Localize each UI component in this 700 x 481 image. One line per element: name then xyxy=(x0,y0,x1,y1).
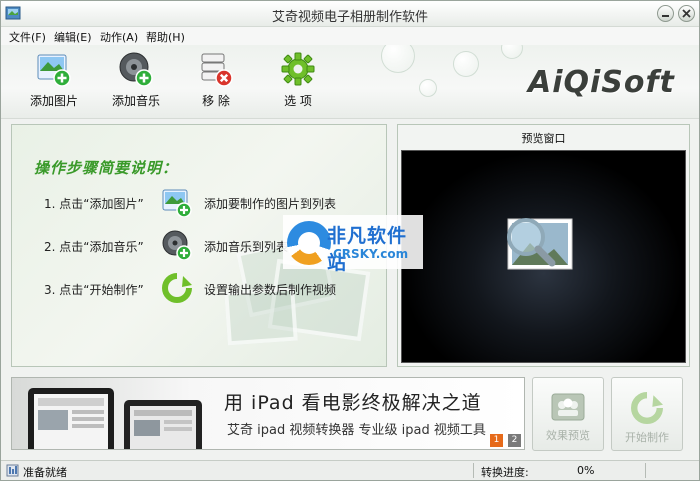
step-2-description: 添加音乐到列表 xyxy=(204,240,289,254)
step-2-label: 2. 点击“添加音乐” xyxy=(44,240,144,254)
status-bar: 准备就绪 转换进度: 0% xyxy=(1,460,699,480)
minimize-icon xyxy=(662,15,669,17)
preview-effect-icon xyxy=(551,393,585,421)
step-1-label: 1. 点击“添加图片” xyxy=(44,197,144,211)
preview-effect-label: 效果预览 xyxy=(546,429,590,442)
add-music-label: 添加音乐 xyxy=(111,94,160,108)
menu-edit[interactable]: 编辑(E) xyxy=(54,29,92,45)
start-icon xyxy=(631,392,663,424)
decorative-bubble xyxy=(453,51,479,77)
banner-ad[interactable]: 用 iPad 看电影终极解决之道 艾奇 ipad 视频转换器 专业级 ipad … xyxy=(11,377,525,450)
status-text: 准备就绪 xyxy=(23,466,67,479)
toolbar: 添加图片 添加音乐 移 除 选 项 AiQiSoft xyxy=(1,45,699,119)
add-music-icon xyxy=(162,230,192,260)
add-music-icon xyxy=(119,52,153,87)
add-image-icon xyxy=(37,54,71,87)
app-window: 艾奇视频电子相册制作软件 文件(F) 编辑(E) 动作(A) 帮助(H) 添加图… xyxy=(0,0,700,481)
gear-icon xyxy=(281,52,315,86)
menu-help[interactable]: 帮助(H) xyxy=(146,29,185,45)
step-3-description: 设置输出参数后制作视频 xyxy=(204,283,337,297)
preview-title: 预览窗口 xyxy=(521,132,566,145)
add-image-label: 添加图片 xyxy=(29,94,78,108)
preview-effect-button[interactable]: 效果预览 xyxy=(532,377,604,451)
close-button[interactable] xyxy=(678,5,695,22)
preview-panel: 预览窗口 xyxy=(397,124,690,367)
status-separator xyxy=(645,463,646,478)
watermark-logo xyxy=(287,221,331,265)
status-icon xyxy=(6,464,19,477)
start-button[interactable]: 开始制作 xyxy=(611,377,683,451)
decorative-bubble xyxy=(419,79,437,97)
remove-button[interactable]: 移 除 xyxy=(181,51,251,115)
decorative-bubble xyxy=(381,45,415,73)
banner-headline: 用 iPad 看电影终极解决之道 xyxy=(224,392,482,414)
site-watermark: 非凡软件站 CRSKY.com xyxy=(283,215,423,274)
banner-page-2[interactable]: 2 xyxy=(508,434,521,447)
menu-bar: 文件(F) 编辑(E) 动作(A) 帮助(H) xyxy=(1,27,699,45)
watermark-en: CRSKY.com xyxy=(333,247,409,261)
start-icon xyxy=(162,273,192,303)
menu-action[interactable]: 动作(A) xyxy=(100,29,138,45)
progress-value: 0% xyxy=(577,464,595,477)
preview-placeholder-icon xyxy=(507,218,573,270)
banner-subline: 艾奇 ipad 视频转换器 专业级 ipad 视频工具 xyxy=(227,423,486,438)
add-image-icon xyxy=(162,189,192,217)
remove-icon xyxy=(201,53,233,87)
remove-label: 移 除 xyxy=(202,94,230,108)
add-music-button[interactable]: 添加音乐 xyxy=(101,51,171,115)
status-separator xyxy=(473,463,474,478)
decorative-bubble xyxy=(501,45,523,59)
progress-label: 转换进度: xyxy=(481,466,529,479)
preview-screen xyxy=(401,150,686,363)
window-title: 艾奇视频电子相册制作软件 xyxy=(271,10,428,25)
options-button[interactable]: 选 项 xyxy=(263,51,333,115)
minimize-button[interactable] xyxy=(657,5,674,22)
start-label: 开始制作 xyxy=(625,431,669,444)
banner-page-1[interactable]: 1 xyxy=(490,434,503,447)
options-label: 选 项 xyxy=(284,94,312,108)
add-image-button[interactable]: 添加图片 xyxy=(19,51,89,115)
step-1-description: 添加要制作的图片到列表 xyxy=(204,197,337,211)
ipad-image xyxy=(28,388,202,449)
steps-title: 操作步骤简要说明： xyxy=(34,159,179,177)
brand-logo: AiQiSoft xyxy=(528,65,675,100)
close-icon xyxy=(682,9,691,18)
step-3-label: 3. 点击“开始制作” xyxy=(44,283,144,297)
title-bar: 艾奇视频电子相册制作软件 xyxy=(1,1,699,27)
menu-file[interactable]: 文件(F) xyxy=(9,29,46,45)
